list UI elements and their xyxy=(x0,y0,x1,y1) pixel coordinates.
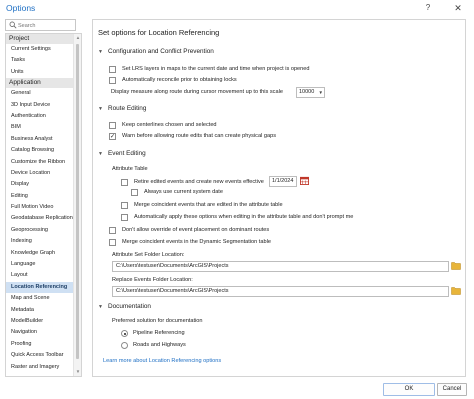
auto-reconcile-checkbox[interactable] xyxy=(109,77,116,84)
nav-scroll-thumb[interactable] xyxy=(76,44,79,359)
sidebar-item-quick-access-toolbar[interactable]: Quick Access Toolbar xyxy=(6,350,74,361)
sidebar-item-customize-the-ribbon[interactable]: Customize the Ribbon xyxy=(6,157,74,168)
sidebar-item-layout[interactable]: Layout xyxy=(6,270,74,281)
collapse-chevron-icon[interactable]: ▼ xyxy=(98,49,103,55)
replace-events-folder-input[interactable]: C:\Users\testuser\Documents\ArcGIS\Proje… xyxy=(112,286,449,297)
retire-edited-label: Retire edited events and create new even… xyxy=(134,179,264,185)
sidebar-item-modelbuilder[interactable]: ModelBuilder xyxy=(6,316,74,327)
sidebar-item-raster-and-imagery[interactable]: Raster and Imagery xyxy=(6,362,74,373)
auto-reconcile-label: Automatically reconcile prior to obtaini… xyxy=(122,77,237,83)
sidebar-item-language[interactable]: Language xyxy=(6,259,74,270)
merge-coincident-table-checkbox[interactable] xyxy=(121,202,128,209)
attribute-set-folder-input[interactable]: C:\Users\testuser\Documents\ArcGIS\Proje… xyxy=(112,261,449,272)
sidebar-item-geoprocessing[interactable]: Geoprocessing xyxy=(6,225,74,236)
sidebar-item-map-and-scene[interactable]: Map and Scene xyxy=(6,293,74,304)
close-button[interactable]: ✕ xyxy=(451,2,465,14)
sidebar-item-units[interactable]: Units xyxy=(6,67,74,78)
scroll-up-icon[interactable]: ▲ xyxy=(74,34,81,42)
nav-group-application: Application xyxy=(6,78,74,89)
sidebar-item-3d-input-device[interactable]: 3D Input Device xyxy=(6,100,74,111)
folder-browse-icon[interactable] xyxy=(451,261,461,270)
replace-events-folder-label: Replace Events Folder Location: xyxy=(112,277,193,283)
sidebar-item-editing[interactable]: Editing xyxy=(6,191,74,202)
scroll-down-icon[interactable]: ▼ xyxy=(74,368,81,376)
chevron-down-icon: ▼ xyxy=(318,90,323,95)
sidebar-item-catalog-browsing[interactable]: Catalog Browsing xyxy=(6,145,74,156)
roads-radio[interactable] xyxy=(121,342,128,349)
warn-gaps-label: Warn before allowing route edits that ca… xyxy=(122,133,277,139)
search-icon xyxy=(9,21,17,29)
nav-list: Project Current Settings Tasks Units Appli… xyxy=(6,34,74,373)
collapse-chevron-icon[interactable]: ▼ xyxy=(98,151,103,157)
sidebar-item-full-motion-video[interactable]: Full Motion Video xyxy=(6,202,74,213)
sidebar-item-knowledge-graph[interactable]: Knowledge Graph xyxy=(6,248,74,259)
always-current-date-label: Always use current system date xyxy=(144,189,223,195)
options-nav: Project Current Settings Tasks Units Appli… xyxy=(5,33,82,377)
learn-more-link[interactable]: Learn more about Location Referencing op… xyxy=(103,358,221,364)
sidebar-item-geodatabase-replication[interactable]: Geodatabase Replication xyxy=(6,213,74,224)
attribute-set-folder-label: Attribute Set Folder Location: xyxy=(112,252,185,258)
attribute-table-label: Attribute Table xyxy=(112,166,148,172)
merge-dynseg-checkbox[interactable] xyxy=(109,239,116,246)
dont-override-label: Don't allow override of event placement … xyxy=(122,227,270,233)
keep-centerlines-label: Keep centerlines chosen and selected xyxy=(122,122,217,128)
dont-override-checkbox[interactable] xyxy=(109,227,116,234)
set-lrs-label: Set LRS layers in maps to the current da… xyxy=(122,66,310,72)
set-lrs-checkbox[interactable] xyxy=(109,66,116,73)
auto-apply-checkbox[interactable] xyxy=(121,214,128,221)
sidebar-item-navigation[interactable]: Navigation xyxy=(6,327,74,338)
sidebar-item-current-settings[interactable]: Current Settings xyxy=(6,44,74,55)
preferred-solution-label: Preferred solution for documentation xyxy=(112,318,203,324)
auto-apply-label: Automatically apply these options when e… xyxy=(134,214,354,220)
section-route-editing-title[interactable]: Route Editing xyxy=(108,105,146,112)
sidebar-item-metadata[interactable]: Metadata xyxy=(6,305,74,316)
sidebar-item-bim[interactable]: BIM xyxy=(6,122,74,133)
cancel-button[interactable]: Cancel xyxy=(437,383,467,396)
sidebar-item-general[interactable]: General xyxy=(6,88,74,99)
collapse-chevron-icon[interactable]: ▼ xyxy=(98,304,103,310)
sidebar-item-proofing[interactable]: Proofing xyxy=(6,339,74,350)
search-input[interactable] xyxy=(18,21,73,30)
sidebar-item-location-referencing[interactable]: Location Referencing xyxy=(6,281,74,294)
section-documentation-title[interactable]: Documentation xyxy=(108,303,151,310)
window-title: Options xyxy=(6,3,36,13)
title-bar: Options ? ✕ xyxy=(0,0,474,17)
keep-centerlines-checkbox[interactable] xyxy=(109,122,116,129)
sidebar-item-authentication[interactable]: Authentication xyxy=(6,111,74,122)
roads-label: Roads and Highways xyxy=(133,342,186,348)
help-button[interactable]: ? xyxy=(422,2,434,14)
nav-group-project: Project xyxy=(6,34,74,44)
settings-panel: Set options for Location Referencing ▼ C… xyxy=(92,19,466,377)
pipeline-radio[interactable] xyxy=(121,330,128,337)
collapse-chevron-icon[interactable]: ▼ xyxy=(98,106,103,112)
sidebar-item-tasks[interactable]: Tasks xyxy=(6,55,74,66)
section-config-title[interactable]: Configuration and Conflict Prevention xyxy=(108,48,214,55)
sidebar-item-display[interactable]: Display xyxy=(6,179,74,190)
display-measure-label: Display measure along route during curso… xyxy=(111,89,283,95)
sidebar-item-indexing[interactable]: Indexing xyxy=(6,236,74,247)
panel-heading: Set options for Location Referencing xyxy=(98,28,220,37)
folder-browse-icon[interactable] xyxy=(451,286,461,295)
search-box[interactable] xyxy=(5,19,76,31)
sidebar-item-device-location[interactable]: Device Location xyxy=(6,168,74,179)
sidebar-item-business-analyst[interactable]: Business Analyst xyxy=(6,134,74,145)
always-current-date-checkbox[interactable] xyxy=(131,189,138,196)
section-event-editing-title[interactable]: Event Editing xyxy=(108,150,146,157)
warn-gaps-checkbox[interactable]: ✓ xyxy=(109,133,116,140)
scale-dropdown[interactable]: 10000 ▼ xyxy=(296,87,325,98)
merge-coincident-table-label: Merge coincident events that are edited … xyxy=(134,202,283,208)
merge-dynseg-label: Merge coincident events in the Dynamic S… xyxy=(122,239,271,245)
pipeline-label: Pipeline Referencing xyxy=(133,330,185,336)
retire-edited-checkbox[interactable] xyxy=(121,179,128,186)
nav-scrollbar[interactable]: ▲ ▼ xyxy=(73,34,81,376)
effective-date-input[interactable]: 1/1/2024 xyxy=(269,176,297,187)
scale-value: 10000 xyxy=(299,89,315,95)
ok-button[interactable]: OK xyxy=(383,383,435,396)
calendar-icon[interactable] xyxy=(300,176,309,185)
